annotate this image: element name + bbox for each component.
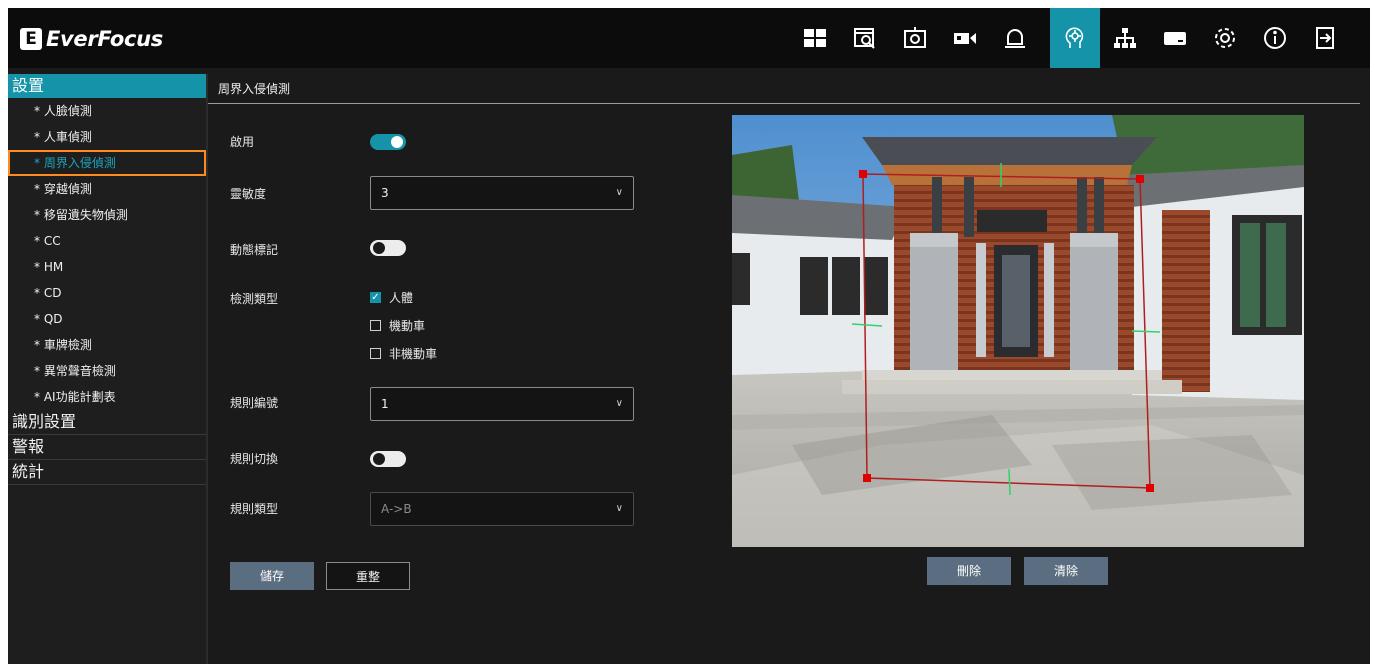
camera-icon[interactable] <box>940 8 990 68</box>
layout-icon[interactable] <box>790 8 840 68</box>
playback-icon[interactable] <box>840 8 890 68</box>
rule-switch-label: 規則切換 <box>230 452 279 466</box>
sidebar-item-qd[interactable]: * QD <box>8 306 206 332</box>
checkbox-checked-icon: ✓ <box>370 292 381 303</box>
sidebar: 設置 * 人臉偵測 * 人車偵測 * 周界入侵偵測 * 穿越偵測 * 移留遺失物… <box>8 74 208 664</box>
sidebar-item-line-crossing[interactable]: * 穿越偵測 <box>8 176 206 202</box>
reset-button[interactable]: 重整 <box>326 562 410 590</box>
gear-icon[interactable] <box>1200 8 1250 68</box>
rule-switch-toggle[interactable] <box>370 451 406 467</box>
alarm-bell-icon[interactable] <box>990 8 1040 68</box>
sensitivity-value: 3 <box>381 186 389 200</box>
rule-no-label: 規則編號 <box>230 396 279 410</box>
detect-human-checkbox[interactable]: ✓ 人體 <box>370 289 413 306</box>
logo-mark: E <box>20 28 42 50</box>
sidebar-item-cd[interactable]: * CD <box>8 280 206 306</box>
rule-type-value: A->B <box>381 502 412 516</box>
chevron-down-icon: ∨ <box>615 503 623 514</box>
chevron-down-icon: ∨ <box>615 187 623 198</box>
sidebar-item-cc[interactable]: * CC <box>8 228 206 254</box>
enable-toggle[interactable] <box>370 134 406 150</box>
checkbox-unchecked-icon <box>370 320 381 331</box>
storage-icon[interactable] <box>1150 8 1200 68</box>
clear-button[interactable]: 清除 <box>1024 557 1108 585</box>
detect-motor-vehicle-label: 機動車 <box>389 319 426 333</box>
detect-type-label: 檢測類型 <box>230 292 279 306</box>
snapshot-icon[interactable] <box>890 8 940 68</box>
sidebar-item-hm[interactable]: * HM <box>8 254 206 280</box>
brand-logo: E EverFocus <box>20 23 163 55</box>
rule-no-select[interactable]: 1 ∨ <box>370 387 634 421</box>
network-icon[interactable] <box>1100 8 1150 68</box>
toggle-knob <box>373 242 385 254</box>
sidebar-item-ai-schedule[interactable]: * AI功能計劃表 <box>8 384 206 410</box>
main-content: 周界入侵偵測 啟用 靈敏度 3 ∨ 動態標記 檢測類型 ✓ 人體 機動車 非機動… <box>208 74 1370 664</box>
sidebar-item-perimeter-intrusion[interactable]: * 周界入侵偵測 <box>8 150 206 176</box>
detect-non-motor-vehicle-checkbox[interactable]: 非機動車 <box>370 345 437 362</box>
rule-type-label: 規則類型 <box>230 502 279 516</box>
app-window: E EverFocus 設置 * 人臉偵測 * 人車偵測 * 周界入侵偵測 * … <box>8 8 1370 664</box>
ai-head-icon[interactable] <box>1050 8 1100 68</box>
sidebar-item-face-detection[interactable]: * 人臉偵測 <box>8 98 206 124</box>
rule-type-select[interactable]: A->B ∨ <box>370 492 634 526</box>
motion-mark-toggle[interactable] <box>370 240 406 256</box>
save-button[interactable]: 儲存 <box>230 562 314 590</box>
chevron-down-icon: ∨ <box>615 398 623 409</box>
sidebar-section-settings[interactable]: 設置 <box>8 74 206 98</box>
toggle-knob <box>391 136 403 148</box>
rule-no-value: 1 <box>381 397 389 411</box>
toggle-knob <box>373 453 385 465</box>
logout-icon[interactable] <box>1300 8 1350 68</box>
top-bar: E EverFocus <box>8 8 1370 68</box>
detect-human-label: 人體 <box>389 291 414 305</box>
page-title: 周界入侵偵測 <box>208 74 1360 104</box>
enable-label: 啟用 <box>230 135 255 149</box>
delete-button[interactable]: 刪除 <box>927 557 1011 585</box>
camera-preview[interactable] <box>732 115 1304 547</box>
sidebar-section-statistics[interactable]: 統計 <box>8 460 206 485</box>
motion-mark-label: 動態標記 <box>230 243 279 257</box>
sensitivity-label: 靈敏度 <box>230 187 267 201</box>
checkbox-unchecked-icon <box>370 348 381 359</box>
sidebar-item-audio-anomaly[interactable]: * 異常聲音檢測 <box>8 358 206 384</box>
detect-motor-vehicle-checkbox[interactable]: 機動車 <box>370 317 425 334</box>
sidebar-item-plate-detection[interactable]: * 車牌檢測 <box>8 332 206 358</box>
sidebar-section-recognition[interactable]: 識別設置 <box>8 410 206 435</box>
info-icon[interactable] <box>1250 8 1300 68</box>
sidebar-item-human-vehicle[interactable]: * 人車偵測 <box>8 124 206 150</box>
logo-text: EverFocus <box>46 27 163 51</box>
detect-non-motor-vehicle-label: 非機動車 <box>389 347 438 361</box>
sensitivity-select[interactable]: 3 ∨ <box>370 176 634 210</box>
sidebar-section-alarm[interactable]: 警報 <box>8 435 206 460</box>
sidebar-item-object-left-removed[interactable]: * 移留遺失物偵測 <box>8 202 206 228</box>
